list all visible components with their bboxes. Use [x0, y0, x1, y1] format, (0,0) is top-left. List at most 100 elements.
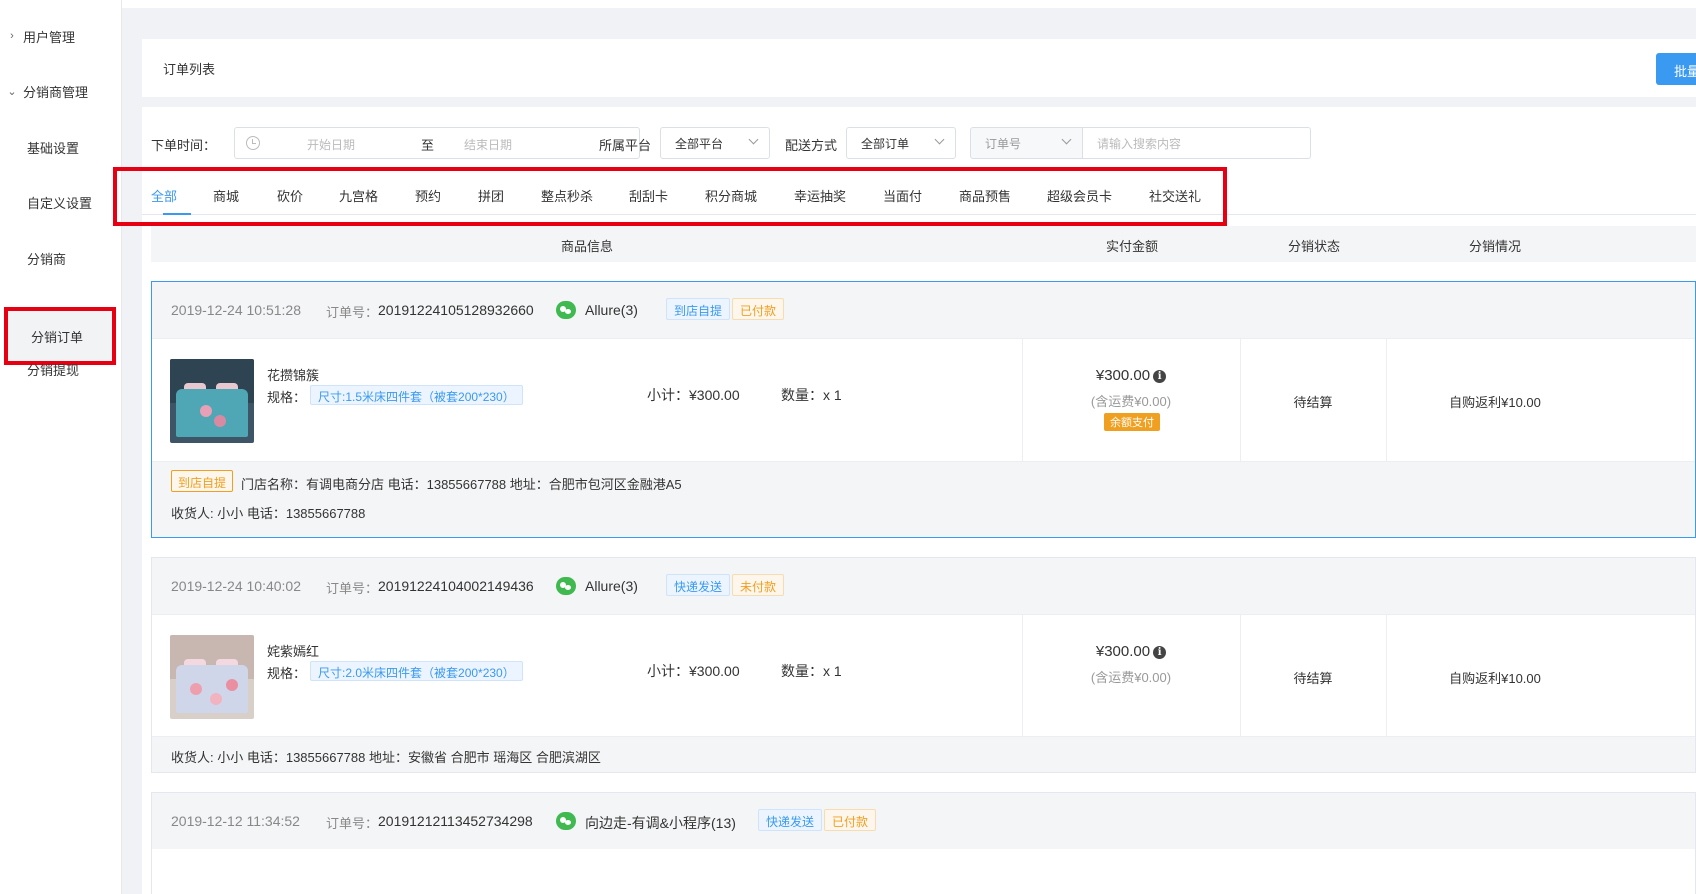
product-name: 姹紫嫣红	[267, 644, 320, 659]
date-range-picker[interactable]: 开始日期 至 结束日期	[234, 127, 640, 159]
tab-all[interactable]: 全部	[151, 186, 177, 205]
order-card-body: 姹紫嫣红 规格： 尺寸:2.0米床四件套（被套200*230） 小计：¥300.…	[152, 614, 1695, 736]
receiver-info: 收货人: 小小 电话：13855667788 地址：安徽省 合肥市 瑶海区 合肥…	[171, 750, 601, 765]
receiver-info: 收货人: 小小 电话：13855667788	[171, 506, 366, 521]
subtotal: 小计：¥300.00	[647, 663, 740, 679]
column-header-amount: 实付金额	[1106, 239, 1159, 254]
spec-tag: 尺寸:2.0米床四件套（被套200*230）	[310, 661, 523, 681]
paid-amount: ¥300.00 i	[1022, 643, 1240, 660]
buyer-name: Allure(3)	[585, 302, 638, 318]
tab-reservation[interactable]: 预约	[415, 186, 441, 205]
batch-button[interactable]: 批量	[1656, 53, 1696, 85]
chevron-down-icon	[748, 134, 759, 145]
active-tab-indicator	[163, 213, 191, 215]
paid-amount-value: ¥300.00	[1095, 643, 1151, 660]
order-card-footer: 到店自提 门店名称：有调电商分店 电话：13855667788 地址：合肥市包河…	[152, 461, 1695, 537]
tab-flash-sale[interactable]: 整点秒杀	[541, 186, 593, 205]
tab-mall[interactable]: 商城	[213, 186, 239, 205]
order-type-tabs: 全部 商城 砍价 九宫格 预约 拼团 整点秒杀 刮刮卡 积分商城 幸运抽奖 当面…	[142, 173, 1696, 215]
order-card[interactable]: 2019-12-24 10:40:02 订单号： 201912241040021…	[151, 557, 1696, 773]
order-card-header: 2019-12-24 10:51:28 订单号： 201912241051289…	[152, 282, 1695, 338]
column-header-product: 商品信息	[561, 239, 614, 254]
start-date-input[interactable]: 开始日期	[307, 136, 355, 153]
subtotal: 小计：¥300.00	[647, 387, 740, 403]
distribution-status: 待结算	[1293, 671, 1333, 686]
platform-select[interactable]: 全部平台	[660, 127, 770, 159]
order-card[interactable]: 2019-12-24 10:51:28 订单号： 201912241051289…	[151, 281, 1696, 538]
sidebar-group-label: 分销商管理	[23, 84, 89, 100]
sidebar-item-label: 自定义设置	[27, 195, 93, 211]
search-field-select[interactable]: 订单号	[970, 127, 1083, 159]
search-input[interactable]: 请输入搜索内容	[1083, 127, 1311, 159]
tab-presale[interactable]: 商品预售	[959, 186, 1011, 205]
chevron-down-icon	[934, 134, 945, 145]
delivery-tag: 到店自提	[666, 298, 731, 320]
sidebar-group-label: 用户管理	[23, 29, 76, 45]
sidebar-group-distributor-management[interactable]: ⌄ 分销商管理	[0, 76, 122, 106]
info-icon[interactable]: i	[1153, 370, 1167, 383]
order-number: 20191212113452734298	[378, 813, 533, 829]
paid-amount: ¥300.00 i	[1022, 367, 1240, 384]
tab-lucky-draw[interactable]: 幸运抽奖	[794, 186, 846, 205]
table-header: 商品信息 实付金额 分销状态 分销情况	[151, 226, 1696, 262]
delivery-label: 配送方式	[785, 138, 838, 153]
sidebar-group-user-management[interactable]: › 用户管理	[0, 21, 122, 51]
order-card[interactable]: 2019-12-12 11:34:52 订单号： 201912121134527…	[151, 792, 1696, 894]
buyer-name: Allure(3)	[585, 578, 638, 594]
order-time-label: 下单时间：	[151, 138, 217, 153]
sidebar-item-basic-settings[interactable]: 基础设置	[0, 132, 122, 162]
page-title: 订单列表	[163, 62, 216, 77]
chevron-right-icon: ›	[10, 30, 14, 42]
delivery-tag: 快递发送	[666, 574, 731, 596]
platform-label: 所属平台	[599, 138, 652, 153]
column-header-status: 分销状态	[1288, 239, 1341, 254]
delivery-select[interactable]: 全部订单	[846, 127, 956, 159]
tab-group-buy[interactable]: 拼团	[478, 186, 504, 205]
order-number: 20191224104002149436	[378, 578, 534, 594]
tab-scratch-card[interactable]: 刮刮卡	[629, 186, 668, 205]
tab-bargain[interactable]: 砍价	[277, 186, 303, 205]
quantity: 数量：x 1	[781, 387, 842, 403]
order-card-footer: 收货人: 小小 电话：13855667788 地址：安徽省 合肥市 瑶海区 合肥…	[152, 736, 1695, 772]
spec-label: 规格：	[267, 390, 307, 405]
tab-social-gift[interactable]: 社交送礼	[1149, 186, 1201, 205]
payment-status-tag: 未付款	[732, 574, 785, 596]
tab-super-member-card[interactable]: 超级会员卡	[1047, 186, 1112, 205]
payment-status-tag: 已付款	[732, 298, 785, 320]
paid-amount-value: ¥300.00	[1095, 367, 1151, 384]
payment-method-tag: 余额支付	[1104, 413, 1160, 431]
delivery-select-value: 全部订单	[861, 137, 910, 151]
tab-face-pay[interactable]: 当面付	[883, 186, 922, 205]
shipping-fee-note: (含运费¥0.00)	[1090, 670, 1172, 685]
sidebar-item-distributors[interactable]: 分销商	[0, 243, 122, 273]
wechat-icon	[556, 577, 576, 595]
distribution-status: 待结算	[1293, 395, 1333, 410]
sidebar-item-label: 分销商	[27, 251, 67, 267]
spec-tag: 尺寸:1.5米床四件套（被套200*230）	[310, 385, 523, 405]
end-date-input[interactable]: 结束日期	[464, 136, 512, 153]
order-number-label: 订单号：	[326, 581, 379, 596]
order-time: 2019-12-24 10:40:02	[171, 578, 301, 594]
delivery-tag: 快递发送	[758, 809, 823, 831]
distribution-rebate: 自购返利¥10.00	[1449, 671, 1541, 686]
order-card-header: 2019-12-12 11:34:52 订单号： 201912121134527…	[152, 793, 1695, 849]
tab-points-mall[interactable]: 积分商城	[705, 186, 757, 205]
order-number-label: 订单号：	[326, 305, 379, 320]
sidebar-item-label: 基础设置	[27, 140, 80, 156]
info-icon[interactable]: i	[1153, 646, 1167, 659]
page-header: 订单列表 批量	[142, 39, 1696, 97]
date-separator: 至	[421, 138, 435, 153]
search-field-value: 订单号	[985, 137, 1022, 151]
sidebar-item-custom-settings[interactable]: 自定义设置	[0, 187, 122, 217]
order-number: 20191224105128932660	[378, 302, 534, 318]
order-card-body: 花攒锦簇 规格： 尺寸:1.5米床四件套（被套200*230） 小计：¥300.…	[152, 338, 1695, 461]
sidebar-item-withdrawals[interactable]: 分销提现	[0, 354, 122, 384]
tab-nine-grid[interactable]: 九宫格	[339, 186, 378, 205]
payment-status-tag: 已付款	[824, 809, 877, 831]
order-card-header: 2019-12-24 10:40:02 订单号： 201912241040021…	[152, 558, 1695, 614]
buyer-name: 向边走-有调&小程序(13)	[585, 815, 736, 831]
spec-label: 规格：	[267, 666, 307, 681]
top-strip	[122, 0, 1696, 8]
wechat-icon	[556, 812, 576, 830]
order-time: 2019-12-12 11:34:52	[171, 813, 300, 829]
